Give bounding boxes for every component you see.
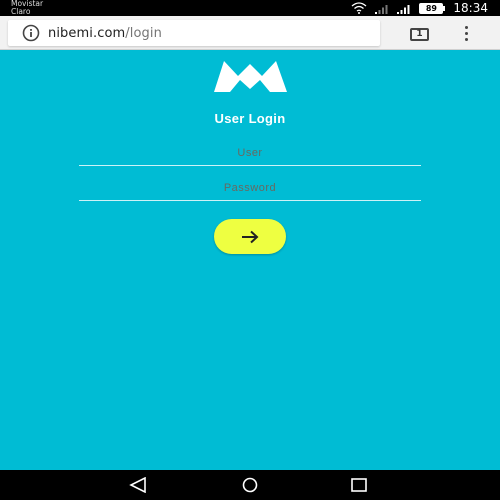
battery-icon: 89 xyxy=(419,2,446,14)
url-domain: nibemi.com xyxy=(48,25,126,41)
page-title: User Login xyxy=(214,111,286,126)
submit-button[interactable] xyxy=(214,219,286,254)
browser-toolbar: nibemi.com/login 1 xyxy=(0,16,500,50)
back-icon[interactable] xyxy=(129,477,147,493)
status-bar: Movistar Claro 89 18:34 xyxy=(0,0,500,16)
status-indicators: 89 18:34 xyxy=(351,1,488,15)
address-bar[interactable]: nibemi.com/login xyxy=(8,20,380,46)
password-input[interactable] xyxy=(79,175,421,201)
carrier-name: Movistar Claro xyxy=(11,0,43,16)
home-icon[interactable] xyxy=(240,477,260,493)
overflow-menu-icon[interactable] xyxy=(462,25,470,43)
navigation-bar xyxy=(0,470,500,500)
user-input[interactable] xyxy=(79,140,421,166)
url-path: /login xyxy=(125,25,162,41)
signal-strong-icon xyxy=(397,4,410,14)
battery-level: 89 xyxy=(419,2,444,14)
tabs-icon[interactable]: 1 xyxy=(410,28,429,41)
clock: 18:34 xyxy=(453,1,488,15)
logo-icon xyxy=(214,61,287,92)
carrier-line-2: Claro xyxy=(11,7,31,16)
signal-weak-icon xyxy=(375,4,388,14)
wifi-icon xyxy=(351,2,367,14)
recents-icon[interactable] xyxy=(350,477,368,493)
arrow-right-icon xyxy=(242,230,259,243)
url-text[interactable]: nibemi.com/login xyxy=(48,26,162,41)
info-icon[interactable] xyxy=(22,24,40,42)
